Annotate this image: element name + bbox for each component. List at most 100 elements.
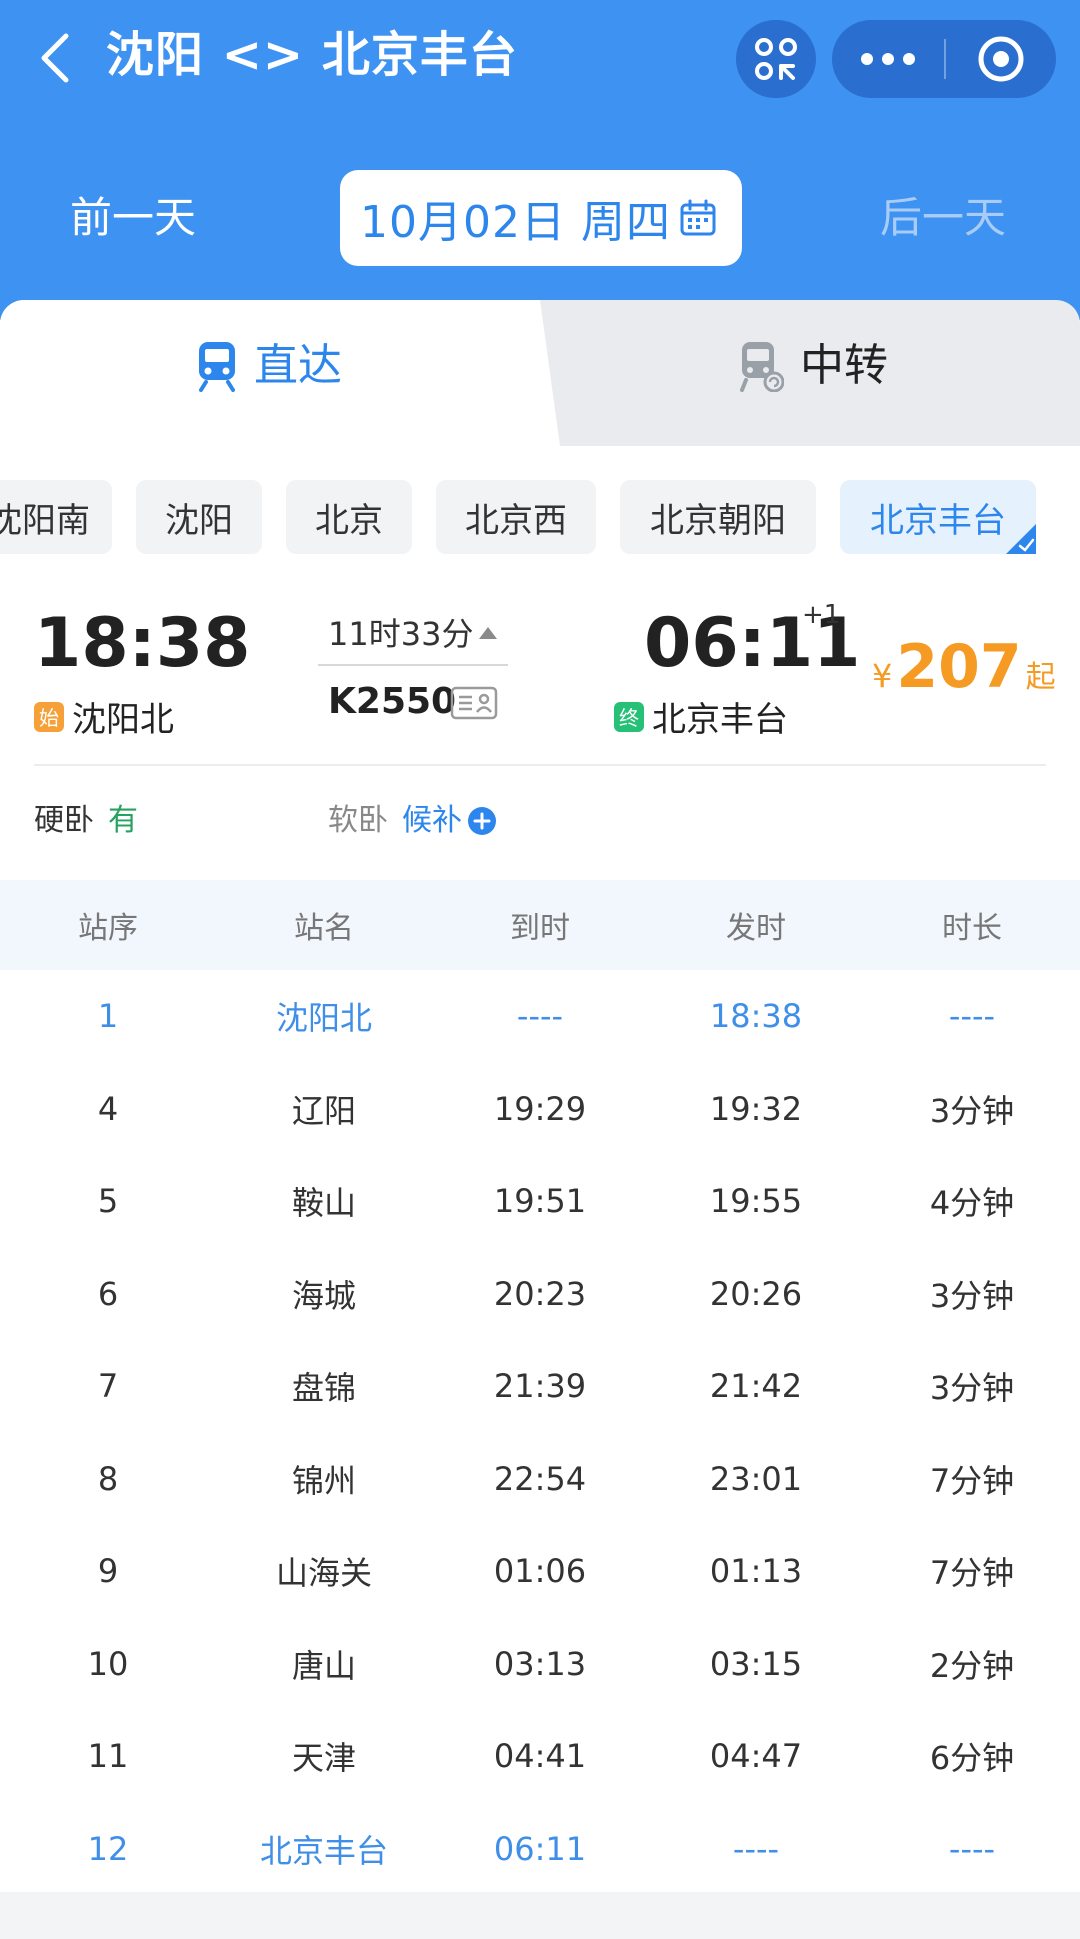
station-filter-chips: 沈阳南 沈阳 北京 北京西 北京朝阳 北京丰台 (0, 480, 1080, 554)
page-title: 沈阳 <> 北京丰台 (106, 27, 518, 83)
route-tabs: 中转 直达 (0, 300, 1080, 446)
stop-duration: 4分钟 (929, 1184, 1015, 1223)
table-row: 6 海城 20:23 20:26 3分钟 (0, 1248, 1080, 1341)
arrival-station-name: 北京丰台 (652, 700, 788, 740)
table-header: 站序 站名 到时 发时 时长 (0, 880, 1080, 970)
stop-name: 盘锦 (291, 1369, 356, 1408)
stop-seq: 1 (97, 997, 119, 1036)
stop-name: 海城 (291, 1276, 356, 1315)
stop-duration: 7分钟 (929, 1554, 1015, 1593)
station-chip[interactable]: 沈阳南 (0, 480, 112, 554)
stop-seq: 7 (97, 1367, 119, 1406)
station-chip-selected[interactable]: 北京丰台 (840, 480, 1036, 554)
tab-direct[interactable]: 直达 (0, 300, 560, 446)
date-selector[interactable]: 10月02日 周四 (340, 170, 742, 266)
seat-soft-sleeper[interactable]: 软卧 候补 (328, 800, 498, 842)
calendar-icon (680, 199, 716, 236)
departure-station-name: 沈阳北 (72, 700, 174, 740)
bottom-spacer (0, 1892, 1080, 1939)
stop-arrive: 03:13 (493, 1644, 587, 1683)
waitlist-link[interactable]: 候补 (402, 800, 462, 842)
stop-name: 北京丰台 (259, 1831, 388, 1870)
stop-seq: 10 (87, 1644, 129, 1683)
stop-arrive: 01:06 (493, 1552, 587, 1591)
plus-circle-icon[interactable] (466, 805, 498, 837)
card-divider (34, 764, 1046, 766)
close-miniprogram-button[interactable] (946, 20, 1056, 98)
duration-line (318, 664, 508, 666)
more-dots-icon (861, 53, 915, 65)
checkmark-corner-icon (1006, 524, 1036, 554)
stops-table: 站序 站名 到时 发时 时长 1 沈阳北 ---- 18:38 ---- 4 辽… (0, 880, 1080, 1895)
ticket-icon (450, 686, 498, 720)
stop-depart: 21:42 (709, 1367, 803, 1406)
station-chip[interactable]: 沈阳 (136, 480, 262, 554)
seat-type: 软卧 (328, 803, 388, 838)
station-chip-label: 北京丰台 (870, 500, 1006, 541)
stop-arrive: 19:29 (493, 1089, 587, 1128)
more-button[interactable] (832, 20, 944, 98)
train-transfer-icon (740, 342, 784, 392)
stop-seq: 6 (97, 1274, 119, 1313)
table-row: 11 天津 04:41 04:47 6分钟 (0, 1710, 1080, 1803)
travel-duration[interactable]: 11时33分 (328, 612, 473, 656)
stop-depart: 19:32 (709, 1089, 803, 1128)
next-day-button[interactable]: 后一天 (880, 190, 1006, 246)
prev-day-button[interactable]: 前一天 (70, 190, 196, 246)
departure-station: 始 沈阳北 (34, 692, 174, 741)
stop-depart: 03:15 (709, 1644, 803, 1683)
stop-duration: ---- (948, 1829, 996, 1868)
table-row: 9 山海关 01:06 01:13 7分钟 (0, 1525, 1080, 1618)
stop-duration: 3分钟 (929, 1091, 1015, 1130)
departure-time: 18:38 (34, 604, 251, 683)
stop-duration: 7分钟 (929, 1461, 1015, 1500)
station-chip[interactable]: 北京朝阳 (620, 480, 816, 554)
start-badge: 始 (34, 701, 64, 732)
stop-arrive: 19:51 (493, 1182, 587, 1221)
station-chip[interactable]: 北京西 (436, 480, 596, 554)
chevron-left-icon[interactable] (36, 30, 76, 86)
stop-duration: ---- (948, 997, 996, 1036)
stop-seq: 5 (97, 1182, 119, 1221)
price-suffix: 起 (1025, 660, 1056, 695)
qr-grid-button[interactable] (736, 20, 816, 98)
header-cell: 时长 (942, 911, 1002, 946)
stop-depart: 23:01 (709, 1459, 803, 1498)
stop-name: 鞍山 (291, 1184, 356, 1223)
stop-name: 山海关 (275, 1554, 372, 1593)
stop-arrive: 04:41 (493, 1737, 587, 1776)
table-row: 10 唐山 03:13 03:15 2分钟 (0, 1618, 1080, 1711)
header-cell: 站序 (78, 911, 138, 946)
stop-depart: 20:26 (709, 1274, 803, 1313)
seat-type: 硬卧 (34, 803, 94, 838)
stop-arrive: 20:23 (493, 1274, 587, 1313)
train-icon (199, 342, 235, 392)
caret-up-icon[interactable] (478, 626, 498, 640)
mini-program-capsule (832, 20, 1056, 98)
stop-seq: 12 (87, 1829, 129, 1868)
target-icon (978, 36, 1024, 82)
stop-name: 辽阳 (291, 1091, 356, 1130)
stop-seq: 9 (97, 1552, 119, 1591)
table-row: 5 鞍山 19:51 19:55 4分钟 (0, 1155, 1080, 1248)
header-cell: 发时 (726, 911, 786, 946)
stop-arrive: 22:54 (493, 1459, 587, 1498)
stop-name: 天津 (291, 1739, 356, 1778)
arrival-day-offset: +1 (802, 600, 841, 630)
price-currency: ¥ (872, 657, 893, 695)
train-number: K2550 (328, 681, 457, 722)
header: 沈阳 <> 北京丰台 前一天 10月02日 周四 后一天 (0, 0, 1080, 320)
stop-depart: 18:38 (709, 997, 803, 1036)
selected-date: 10月02日 周四 (360, 197, 671, 248)
station-chip[interactable]: 北京 (286, 480, 412, 554)
table-row: 8 锦州 22:54 23:01 7分钟 (0, 1433, 1080, 1526)
stop-name: 唐山 (291, 1646, 356, 1685)
stop-depart: ---- (732, 1829, 780, 1868)
stop-depart: 04:47 (709, 1737, 803, 1776)
seat-hard-sleeper[interactable]: 硬卧 有 (34, 800, 138, 842)
end-badge: 终 (614, 701, 644, 732)
stop-depart: 01:13 (709, 1552, 803, 1591)
header-cell: 到时 (510, 911, 570, 946)
table-row: 4 辽阳 19:29 19:32 3分钟 (0, 1063, 1080, 1156)
table-row: 12 北京丰台 06:11 ---- ---- (0, 1803, 1080, 1896)
